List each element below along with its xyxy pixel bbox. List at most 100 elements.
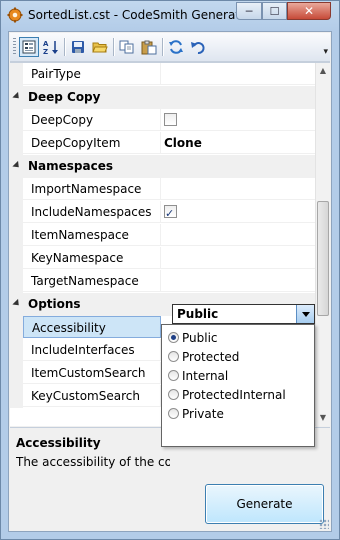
svg-text:A: A (43, 40, 49, 48)
dropdown-option[interactable]: ProtectedInternal (168, 386, 286, 405)
row-gutter (10, 63, 23, 86)
property-row[interactable]: DeepCopyItem Clone (10, 132, 315, 155)
property-name[interactable]: ItemCustomSearch (23, 362, 161, 384)
dropdown-option-label: ProtectedInternal (182, 388, 286, 402)
row-gutter (10, 109, 23, 132)
dropdown-option-label: Internal (182, 369, 229, 383)
property-value[interactable] (161, 109, 315, 131)
property-name[interactable]: KeyNamespace (23, 247, 161, 269)
property-row[interactable]: IncludeNamespaces (10, 201, 315, 225)
refresh-icon[interactable] (166, 37, 186, 57)
minimize-button[interactable]: ─ (236, 2, 262, 20)
radio-button[interactable] (168, 389, 179, 400)
property-name[interactable]: DeepCopyItem (23, 132, 161, 154)
radio-button[interactable] (168, 408, 179, 419)
accessibility-dropdown[interactable]: Public (172, 304, 315, 324)
collapse-arrow-icon[interactable] (12, 298, 22, 309)
category-header[interactable]: Deep Copy (10, 86, 315, 109)
app-window: SortedList.cst - CodeSmith Generator ─ ☐… (0, 0, 340, 540)
property-value[interactable] (161, 178, 315, 200)
dropdown-arrow-icon[interactable] (296, 305, 314, 323)
toolbar-separator (113, 38, 115, 56)
categorized-view-icon[interactable] (19, 37, 39, 57)
property-name[interactable]: IncludeNamespaces (23, 201, 161, 223)
open-folder-icon[interactable] (90, 37, 110, 57)
property-value[interactable]: Clone (161, 132, 315, 154)
close-button[interactable]: ✕ (287, 2, 331, 20)
dropdown-option[interactable]: Private (168, 405, 224, 424)
scroll-down-arrow-icon[interactable]: ▼ (318, 413, 328, 423)
property-value[interactable] (161, 247, 315, 269)
save-icon[interactable] (68, 37, 88, 57)
property-row[interactable]: KeyNamespace (10, 247, 315, 270)
property-name[interactable]: PairType (23, 63, 161, 85)
accessibility-options-popup: Public Protected Internal ProtectedInternal… (161, 324, 315, 447)
title-bar[interactable]: SortedList.cst - CodeSmith Generator ─ ☐… (1, 1, 339, 31)
description-title: Accessibility (16, 436, 101, 450)
property-value[interactable] (161, 63, 315, 85)
dropdown-option-label: Protected (182, 350, 240, 364)
property-checkbox[interactable] (164, 113, 177, 126)
alphabetical-sort-icon[interactable]: AZ (41, 37, 61, 57)
toolbar-separator (162, 38, 164, 56)
property-name[interactable]: TargetNamespace (23, 270, 161, 292)
toolbar: AZ ▾ (10, 33, 330, 62)
property-value[interactable] (161, 224, 315, 246)
maximize-button[interactable]: ☐ (262, 2, 287, 20)
dropdown-option[interactable]: Protected (168, 348, 239, 367)
property-row[interactable]: TargetNamespace (10, 270, 315, 293)
property-row[interactable]: PairType (10, 63, 315, 86)
undo-icon[interactable] (188, 37, 208, 57)
svg-text:Z: Z (43, 48, 48, 55)
collapse-arrow-icon[interactable] (12, 160, 22, 171)
property-row[interactable]: DeepCopy (10, 109, 315, 132)
row-gutter (10, 339, 23, 362)
toolbar-grip[interactable] (13, 38, 16, 56)
category-label: Options (28, 297, 81, 311)
resize-grip[interactable] (319, 519, 329, 529)
dropdown-option[interactable]: Public (168, 329, 218, 348)
client-area: AZ ▾ PairType Deep Copy DeepCopy DeepCop… (8, 31, 332, 532)
radio-button[interactable] (168, 370, 179, 381)
property-row[interactable]: ItemNamespace (10, 224, 315, 247)
property-row[interactable]: ImportNamespace (10, 178, 315, 201)
scroll-up-arrow-icon[interactable]: ▲ (318, 66, 328, 76)
codesmith-gear-icon (7, 7, 23, 23)
row-gutter (10, 132, 23, 155)
property-name[interactable]: ItemNamespace (23, 224, 161, 246)
property-name[interactable]: IncludeInterfaces (23, 339, 161, 361)
toolbar-separator (64, 38, 66, 56)
dropdown-option[interactable]: Internal (168, 367, 228, 386)
collapse-arrow-icon[interactable] (12, 91, 22, 102)
copy-icon[interactable] (117, 37, 137, 57)
vertical-scrollbar[interactable]: ▲ ▼ (315, 63, 330, 426)
property-value[interactable] (161, 270, 315, 292)
row-gutter (10, 247, 23, 270)
accessibility-value: Public (177, 307, 219, 321)
toolbar-overflow-button[interactable]: ▾ (323, 47, 328, 57)
paste-icon[interactable] (139, 37, 159, 57)
property-name[interactable]: DeepCopy (23, 109, 161, 131)
row-gutter (10, 316, 23, 339)
property-name[interactable]: ImportNamespace (23, 178, 161, 200)
property-checkbox[interactable] (164, 203, 177, 225)
property-value[interactable] (161, 201, 315, 225)
row-gutter (10, 362, 23, 385)
category-header[interactable]: Namespaces (10, 155, 315, 178)
radio-button[interactable] (168, 351, 179, 362)
description-text: The accessibility of the colle (16, 455, 170, 469)
property-name[interactable]: KeyCustomSearch (23, 385, 161, 407)
row-gutter (10, 224, 23, 247)
row-gutter (10, 178, 23, 201)
radio-button[interactable] (168, 332, 179, 343)
dropdown-option-label: Private (182, 407, 224, 421)
scrollbar-thumb[interactable] (317, 201, 329, 316)
category-label: Namespaces (28, 159, 114, 173)
dropdown-option-label: Public (182, 331, 218, 345)
row-gutter (10, 385, 23, 408)
row-gutter (10, 270, 23, 293)
window-title: SortedList.cst - CodeSmith Generator (28, 8, 253, 22)
generate-button[interactable]: Generate (205, 484, 324, 524)
category-label: Deep Copy (28, 90, 101, 104)
property-name[interactable]: Accessibility (23, 316, 161, 338)
